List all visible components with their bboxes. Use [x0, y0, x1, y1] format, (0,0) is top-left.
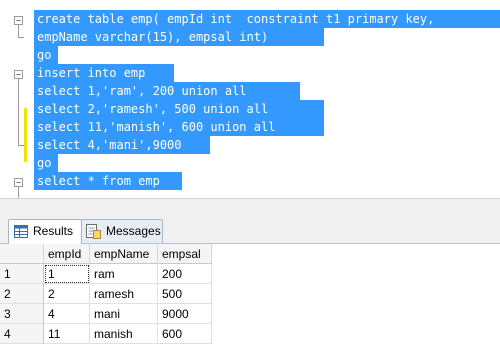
tab-results-label: Results — [33, 224, 74, 238]
table-cell[interactable]: 500 — [158, 284, 212, 304]
table-cell[interactable]: 200 — [158, 264, 212, 284]
table-cell[interactable]: 11 — [44, 324, 90, 344]
collapse-toggle-select[interactable]: − — [14, 178, 23, 187]
fold-line — [18, 187, 19, 198]
table-cell[interactable]: 9000 — [158, 304, 212, 324]
table-cell[interactable]: mani — [90, 304, 158, 324]
code-line-10[interactable]: select * from emp — [37, 172, 160, 190]
tab-results[interactable]: Results — [8, 219, 82, 244]
collapse-toggle-insert[interactable]: − — [14, 70, 23, 79]
grid-icon — [14, 225, 28, 238]
table-cell[interactable]: manish — [90, 324, 158, 344]
row-number[interactable]: 2 — [0, 284, 44, 304]
column-header-empid[interactable]: empId — [44, 244, 90, 264]
collapse-toggle-create[interactable]: − — [14, 16, 23, 25]
code-line-8[interactable]: select 4,'mani',9000 — [37, 136, 182, 154]
fold-end-tick — [18, 37, 24, 38]
table-cell[interactable]: 1 — [44, 264, 90, 284]
results-grid[interactable]: empId empName empsal 1 1 ram 200 2 2 ram… — [0, 244, 500, 348]
code-line-4[interactable]: insert into emp — [37, 64, 145, 82]
code-line-7[interactable]: select 11,'manish', 600 union all — [37, 118, 275, 136]
table-cell[interactable]: ram — [90, 264, 158, 284]
collapse-icon: − — [16, 16, 21, 25]
table-cell[interactable]: 600 — [158, 324, 212, 344]
fold-line — [18, 25, 19, 37]
collapse-icon: − — [16, 70, 21, 79]
column-header-empname[interactable]: empName — [90, 244, 158, 264]
code-line-3[interactable]: go — [37, 46, 51, 64]
code-line-1[interactable]: create table emp( empId int constraint t… — [37, 10, 434, 28]
changed-lines-marker — [24, 108, 27, 162]
row-number[interactable]: 4 — [0, 324, 44, 344]
row-number[interactable]: 3 — [0, 304, 44, 324]
collapse-icon: − — [16, 178, 21, 187]
code-line-5[interactable]: select 1,'ram', 200 union all — [37, 82, 247, 100]
messages-icon — [86, 224, 101, 239]
table-cell[interactable]: 4 — [44, 304, 90, 324]
tab-messages-label: Messages — [106, 224, 161, 238]
code-line-6[interactable]: select 2,'ramesh', 500 union all — [37, 100, 268, 118]
table-cell[interactable]: 2 — [44, 284, 90, 304]
grid-corner — [0, 244, 44, 264]
code-line-2[interactable]: empName varchar(15), empsal int) — [37, 28, 268, 46]
results-tab-bar: Results Messages — [0, 209, 500, 244]
query-editor[interactable]: − − − create table emp( empId int constr… — [0, 0, 500, 198]
tab-messages[interactable]: Messages — [81, 219, 163, 243]
editor-margin: − − − — [0, 0, 34, 198]
editor-horizontal-scrollbar[interactable] — [0, 198, 500, 209]
column-header-empsal[interactable]: empsal — [158, 244, 212, 264]
fold-line — [18, 79, 19, 145]
row-number[interactable]: 1 — [0, 264, 44, 284]
code-line-9[interactable]: go — [37, 154, 51, 172]
table-cell[interactable]: ramesh — [90, 284, 158, 304]
